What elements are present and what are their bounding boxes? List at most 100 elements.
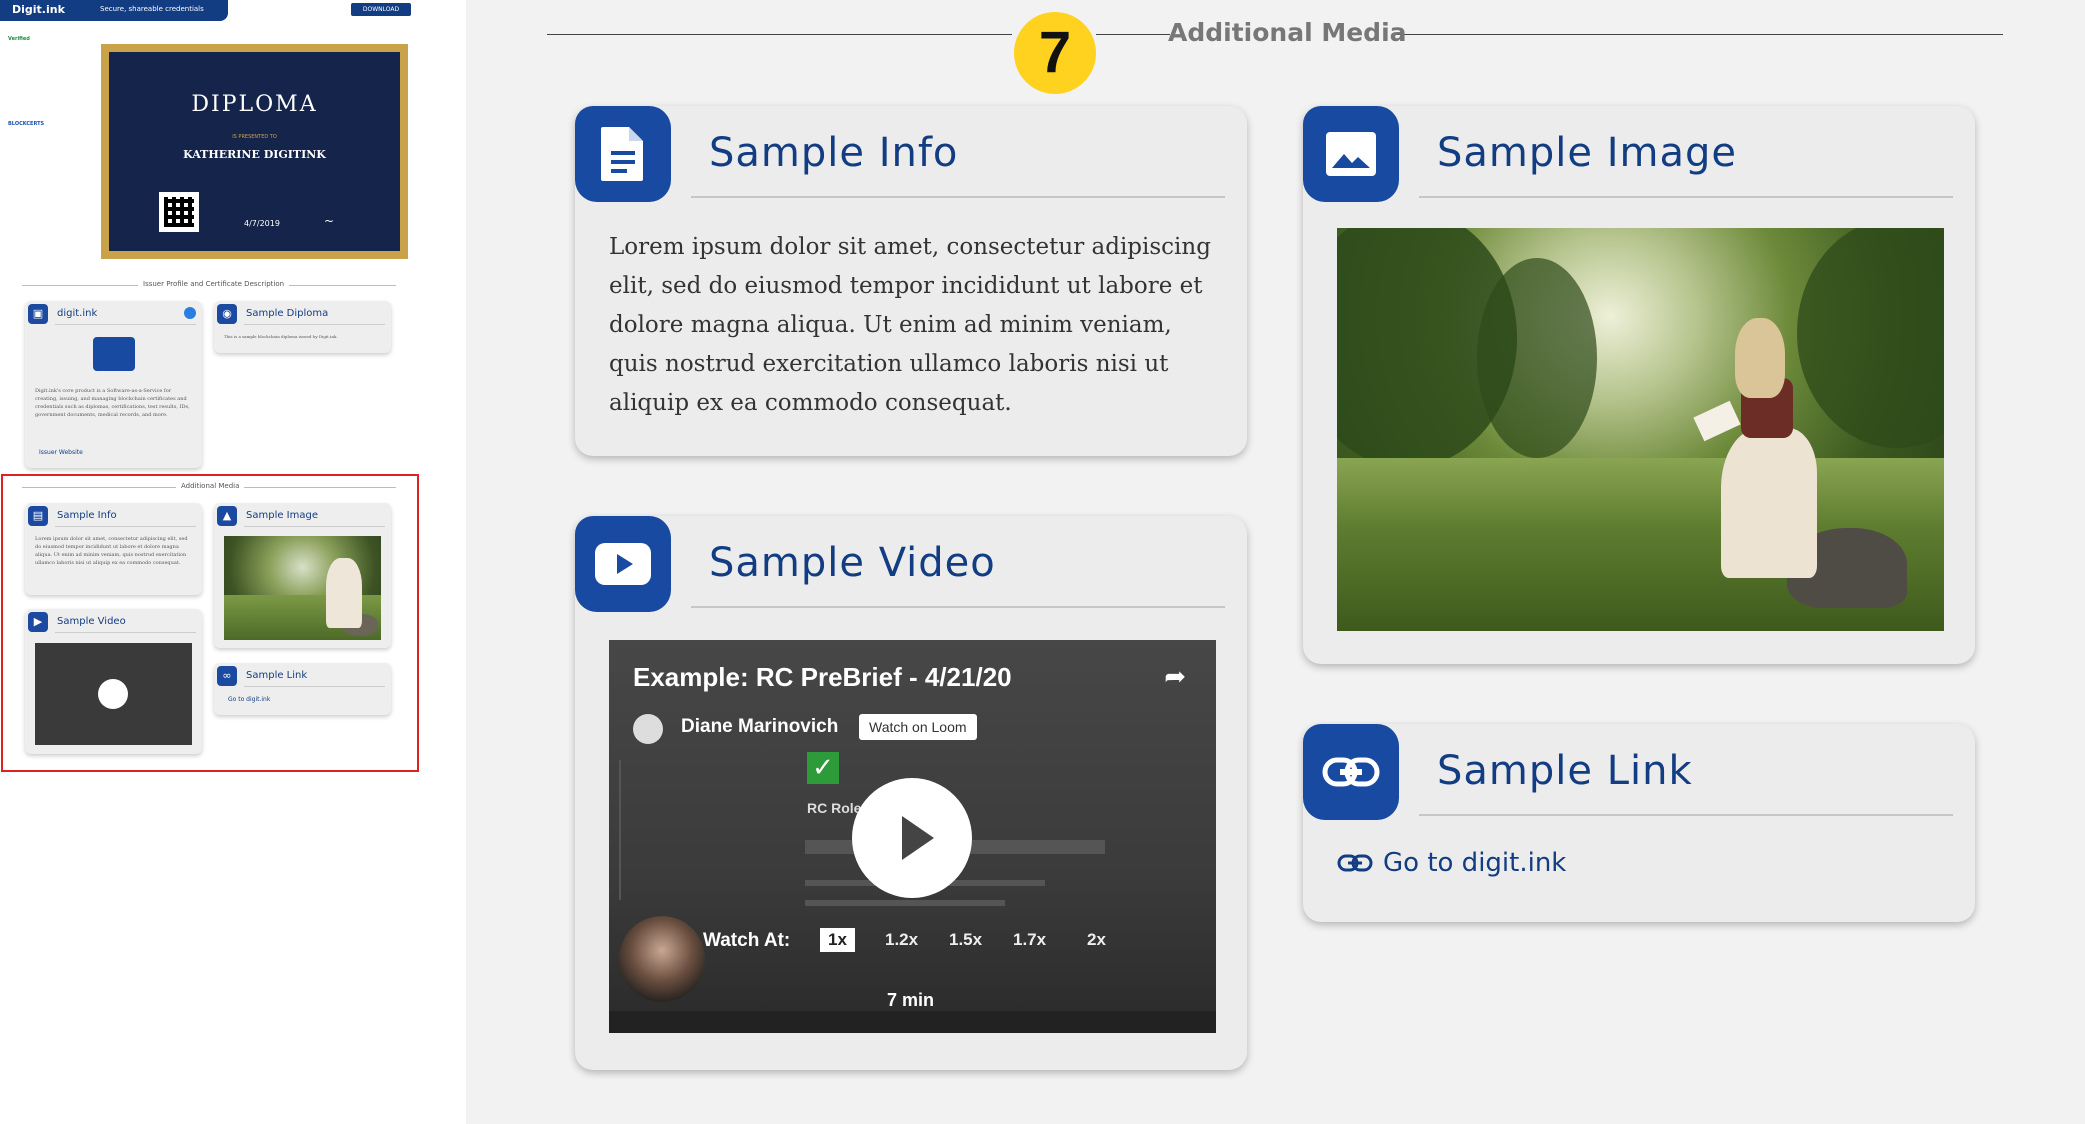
presenter-camera-bubble (619, 916, 705, 1002)
video-player[interactable]: Example: RC PreBrief - 4/21/20 ➦ Diane M… (609, 640, 1216, 1033)
thumb-video-card: ▶ Sample Video (25, 609, 202, 754)
watch-on-loom-button[interactable]: Watch on Loom (859, 714, 977, 740)
link-anchor[interactable]: Go to digit.ink (228, 696, 270, 703)
video-player[interactable] (35, 643, 192, 745)
diploma-recipient: KATHERINE DIGITINK (183, 148, 326, 161)
tagline: Secure, shareable credentials (100, 5, 204, 13)
link-anchor[interactable]: Go to digit.ink (1337, 848, 1566, 878)
issuer-description: Digit.ink's core product is a Software-a… (35, 388, 190, 418)
verified-icon (184, 307, 196, 319)
credential-sidebar: Verified BLOCKCERTS (8, 36, 88, 128)
play-button[interactable] (98, 679, 128, 709)
diploma-presented: IS PRESENTED TO (232, 134, 277, 140)
image-title: Sample Image (246, 510, 318, 521)
card-divider (55, 324, 196, 325)
blockcerts-logo: BLOCKCERTS (8, 121, 45, 127)
link-icon: ∞ (217, 666, 237, 686)
link-title: Sample Link (246, 670, 308, 681)
video-dock (609, 1011, 1216, 1033)
sample-image-card: Sample Image (1303, 106, 1975, 664)
video-sidebar-list (619, 760, 709, 900)
sample-video-card: Sample Video Example: RC PreBrief - 4/21… (575, 516, 1247, 1070)
app-logo[interactable]: Digit.ink (12, 3, 65, 16)
image-icon: ▲ (217, 506, 237, 526)
play-icon: ▶ (28, 612, 48, 632)
title-underline (691, 196, 1225, 198)
header-rule-left (547, 34, 1012, 35)
title-underline (691, 606, 1225, 608)
award-icon: ◉ (217, 304, 237, 324)
link-icon (1337, 854, 1373, 872)
video-duration: 7 min (887, 990, 935, 1010)
sample-link-card: Sample Link Go to digit.ink (1303, 724, 1975, 922)
link-text[interactable]: Go to digit.ink (1383, 848, 1566, 878)
issuer-website-link[interactable]: Issuer Website (39, 449, 83, 456)
diploma-date: 4/7/2019 (244, 219, 280, 228)
title-underline (1419, 814, 1953, 816)
page-thumbnail: Digit.ink Secure, shareable credentials … (0, 0, 466, 1124)
credential-meta (8, 43, 88, 113)
thumb-image-card: ▲ Sample Image (214, 503, 391, 648)
qr-code (159, 192, 199, 232)
diploma-preview[interactable]: DIPLOMA IS PRESENTED TO KATHERINE DIGITI… (101, 44, 408, 259)
bank-icon: ▣ (28, 304, 48, 324)
speed-option-1x[interactable]: 1x (820, 928, 855, 952)
section-title-media: Additional Media (176, 482, 245, 490)
card-divider (55, 526, 196, 527)
sample-image[interactable] (224, 536, 381, 640)
sample-image[interactable] (1337, 228, 1944, 631)
info-body: Lorem ipsum dolor sit amet, consectetur … (609, 234, 1211, 416)
tree (1797, 228, 1944, 448)
video-title: Sample Video (709, 540, 996, 586)
tree (1477, 258, 1597, 458)
video-player-title: Example: RC PreBrief - 4/21/20 (633, 662, 1012, 692)
speed-option-1-7x[interactable]: 1.7x (1013, 930, 1046, 950)
info-title: Sample Info (709, 130, 959, 176)
card-divider (244, 324, 385, 325)
download-button[interactable]: DOWNLOAD (351, 3, 411, 16)
play-icon (575, 516, 671, 612)
thumb-info-card: ▤ Sample Info Lorem ipsum dolor sit amet… (25, 503, 202, 595)
title-underline (1419, 196, 1953, 198)
issuer-name: digit.ink (57, 308, 98, 319)
info-body: Lorem ipsum dolor sit amet, consectetur … (35, 536, 188, 566)
credential-card: ◉ Sample Diploma This is a sample blockc… (214, 301, 391, 353)
credential-description: This is a sample blockchain diploma issu… (224, 334, 338, 339)
card-divider (55, 632, 196, 633)
woman-reading (1693, 318, 1817, 578)
woman-figure (326, 558, 362, 628)
sample-info-card: Sample Info Lorem ipsum dolor sit amet, … (575, 106, 1247, 456)
image-icon (1303, 106, 1399, 202)
share-icon[interactable]: ➦ (1164, 662, 1186, 692)
check-icon: ✓ (807, 752, 839, 784)
diploma-title: DIPLOMA (191, 92, 318, 117)
issuer-logo (93, 337, 135, 371)
diploma-inner: DIPLOMA IS PRESENTED TO KATHERINE DIGITI… (108, 51, 401, 252)
link-title: Sample Link (1437, 748, 1693, 794)
step-number-badge: 7 (1014, 12, 1096, 94)
card-divider (244, 686, 385, 687)
credential-name: Sample Diploma (246, 308, 329, 319)
link-icon (1303, 724, 1399, 820)
card-divider (244, 526, 385, 527)
play-button[interactable] (852, 778, 972, 898)
image-title: Sample Image (1437, 130, 1737, 176)
thumb-link-card: ∞ Sample Link Go to digit.ink (214, 663, 391, 715)
info-title: Sample Info (57, 510, 117, 521)
rc-role-label: RC Role (807, 800, 862, 816)
issuer-card: ▣ digit.ink Digit.ink's core product is … (25, 301, 202, 468)
header-rule-right (1396, 34, 2003, 35)
doc-line (805, 900, 1005, 906)
speed-option-1-2x[interactable]: 1.2x (885, 930, 918, 950)
document-icon (575, 106, 671, 202)
speed-option-1-5x[interactable]: 1.5x (949, 930, 982, 950)
document-icon: ▤ (28, 506, 48, 526)
section-title: Additional Media (1168, 18, 1407, 47)
speed-option-2x[interactable]: 2x (1087, 930, 1106, 950)
watch-at-label: Watch At: (703, 930, 791, 951)
top-bar: Digit.ink Secure, shareable credentials (0, 0, 228, 21)
section-title-issuer: Issuer Profile and Certificate Descripti… (138, 280, 290, 288)
presenter-avatar (633, 714, 663, 744)
signature: ~ (324, 214, 335, 228)
header-rule-mid (1096, 34, 1158, 35)
